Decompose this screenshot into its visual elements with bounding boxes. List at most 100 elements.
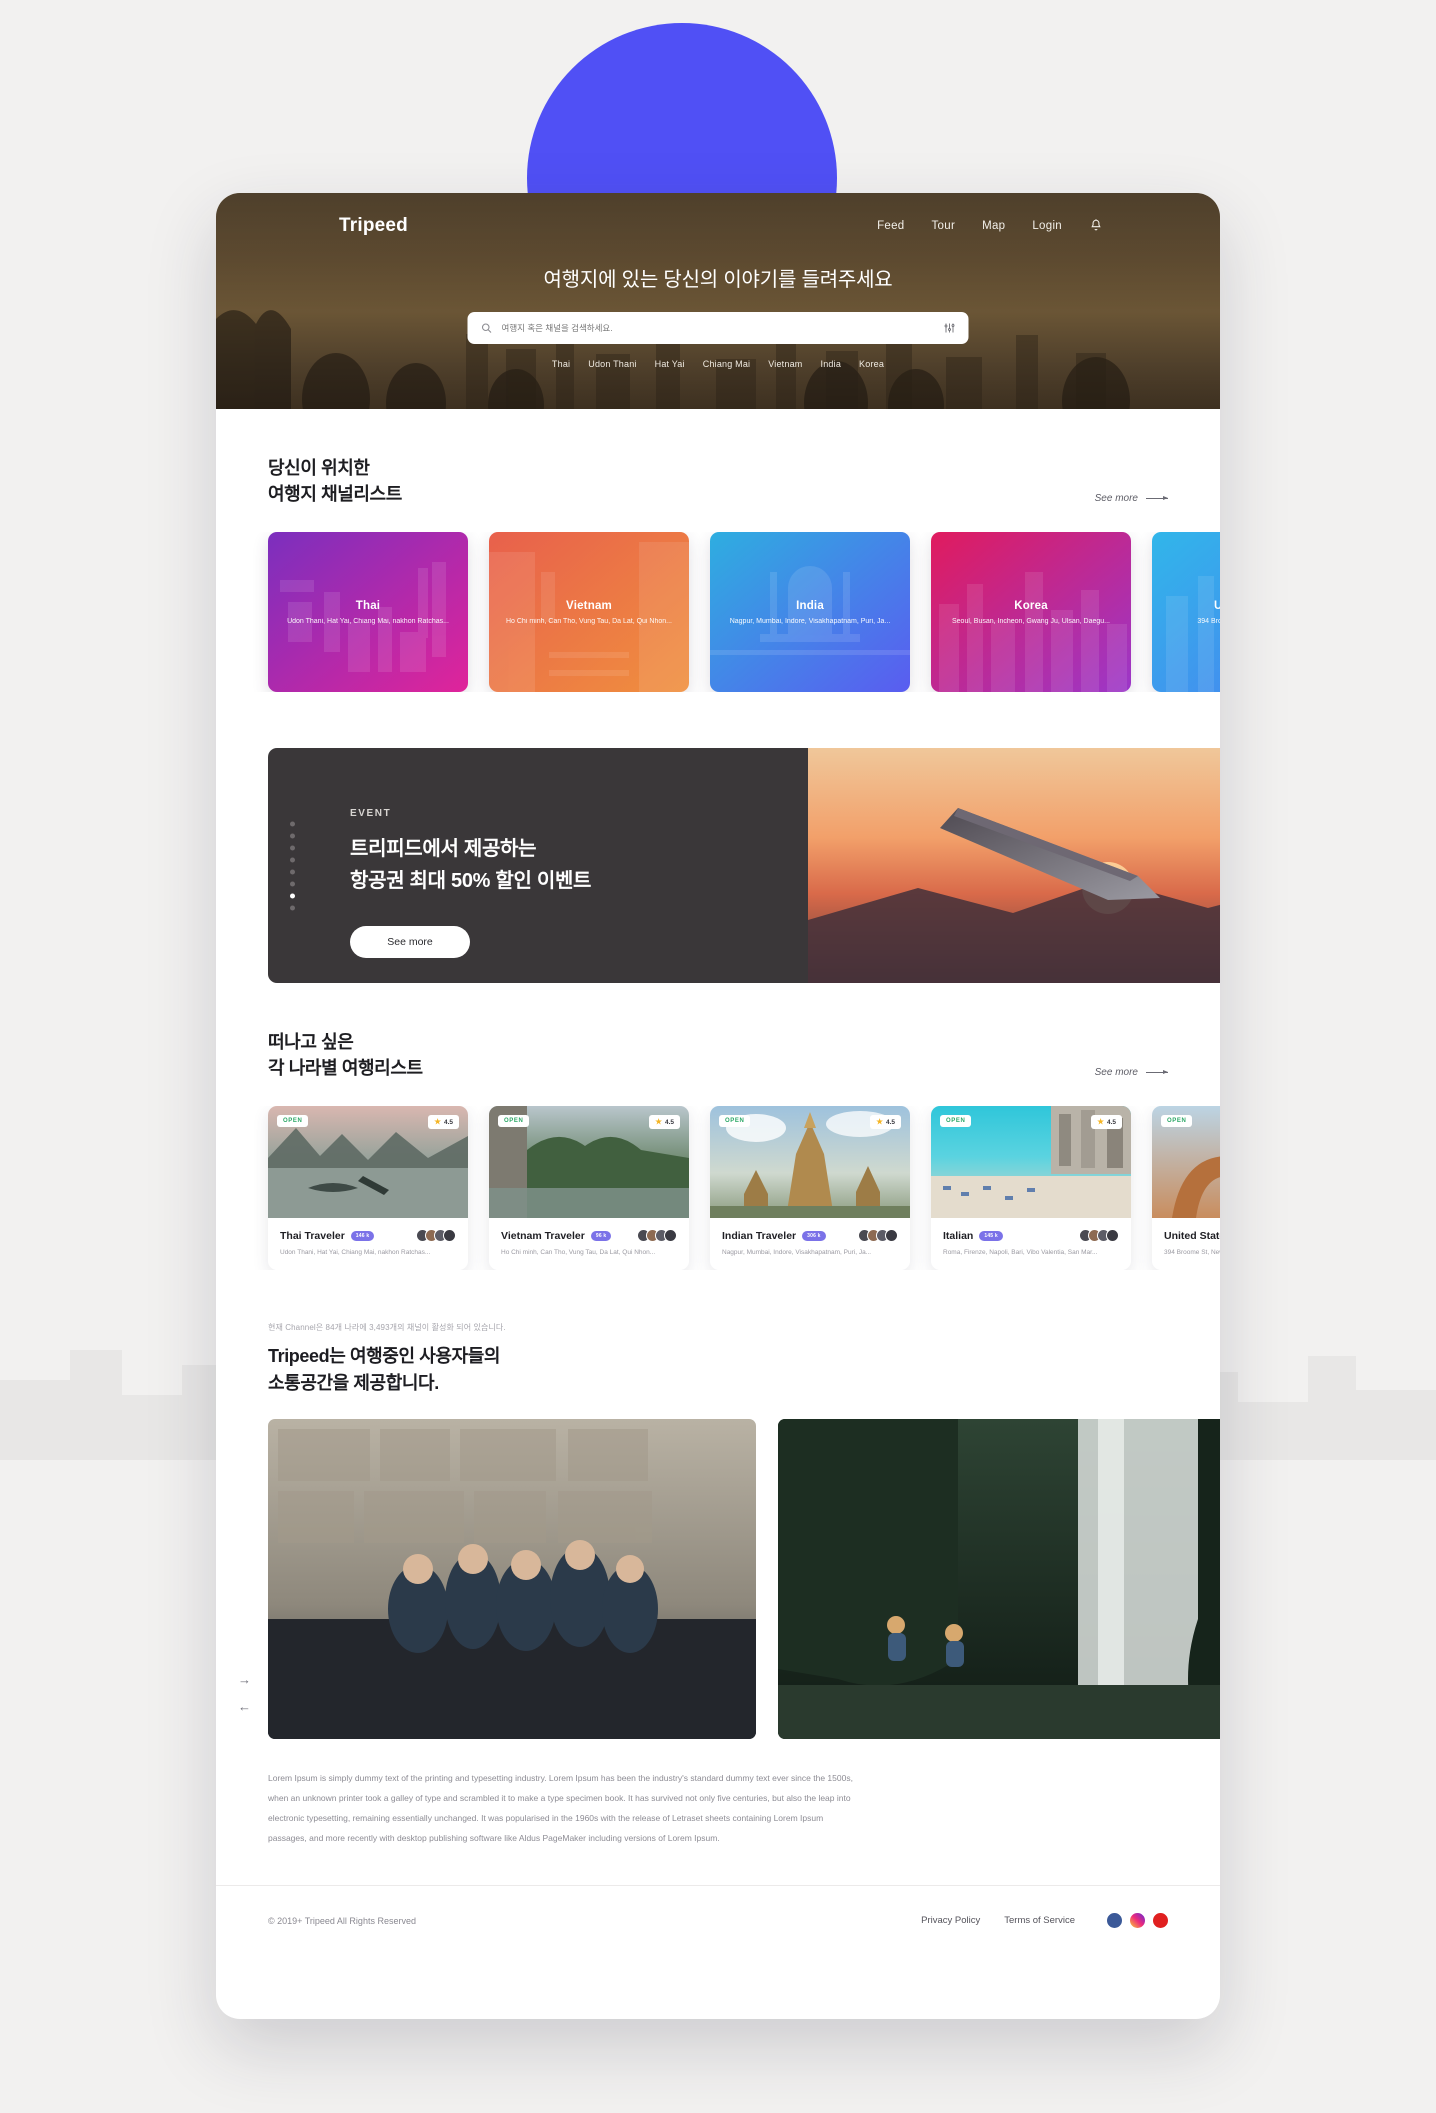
community-gallery[interactable]: → ← <box>216 1419 1220 1740</box>
event-headline-line2: 항공권 최대 50% 할인 이벤트 <box>350 870 592 893</box>
facebook-icon[interactable] <box>1107 1913 1122 1929</box>
star-icon: ★ <box>876 1117 883 1127</box>
channels-see-more-link[interactable]: See more <box>1095 493 1168 507</box>
gallery-item[interactable] <box>268 1419 756 1740</box>
travel-card[interactable]: OPEN ★ 4.5 Vietnam Traveler 96 k Ho Chi … <box>489 1106 689 1271</box>
nav-item-tour[interactable]: Tour <box>932 220 956 232</box>
channel-name: Thai <box>355 599 381 612</box>
channels-title-line1: 당신이 위치한 <box>268 458 370 478</box>
brand-logo[interactable]: Tripeed <box>339 215 408 237</box>
hero-header: Tripeed Feed Tour Map Login 여행지에 있는 당신의 … <box>216 193 1220 409</box>
channel-subtitle: Udon Thani, Hat Yai, Chiang Mai, nakhon … <box>287 617 449 625</box>
carousel-dot[interactable] <box>290 857 295 863</box>
hero-tag[interactable]: India <box>821 359 842 369</box>
travel-card-title-group: Vietnam Traveler 96 k <box>501 1229 612 1242</box>
travel-card[interactable]: OPEN ★ 4.5 Thai Traveler 146 k Udon Than… <box>268 1106 468 1271</box>
page-footer: © 2019+ Tripeed All Rights Reserved Priv… <box>216 1885 1220 1955</box>
avatar <box>664 1229 677 1243</box>
channel-card[interactable]: Korea Seoul, Busan, Incheon, Gwang Ju, U… <box>931 532 1131 693</box>
event-carousel-dots[interactable] <box>290 821 295 911</box>
carousel-dot[interactable] <box>290 905 295 911</box>
search-bar[interactable] <box>467 312 969 344</box>
travel-card-image: OPEN ★ 4.5 <box>710 1106 910 1219</box>
terms-of-service-link[interactable]: Terms of Service <box>1004 1915 1075 1926</box>
filter-sliders-icon[interactable] <box>944 322 956 334</box>
channel-texture <box>489 542 689 693</box>
channel-subtitle: Nagpur, Mumbai, Indore, Visakhapatnam, P… <box>729 617 891 625</box>
hero-title: 여행지에 있는 당신의 이야기를 들려주세요 <box>543 269 893 291</box>
hero-tag[interactable]: Hat Yai <box>655 359 685 369</box>
channel-card[interactable]: United States 394 Broome St, New York, N… <box>1152 532 1220 693</box>
star-icon: ★ <box>655 1117 662 1127</box>
gallery-prev-button[interactable]: ← <box>238 1700 251 1713</box>
group-selfie-photo <box>268 1419 756 1740</box>
community-body-text: Lorem Ipsum is simply dummy text of the … <box>268 1773 853 1844</box>
privacy-policy-link[interactable]: Privacy Policy <box>921 1915 980 1926</box>
rating-badge: ★ 4.5 <box>428 1115 459 1129</box>
travel-card-name: Vietnam Traveler <box>501 1229 585 1242</box>
channel-card[interactable]: Vietnam Ho Chi minh, Can Tho, Vung Tau, … <box>489 532 689 693</box>
carousel-dot[interactable] <box>290 869 295 875</box>
travel-see-more-link[interactable]: See more <box>1095 1067 1168 1081</box>
gallery-next-button[interactable]: → <box>238 1673 251 1686</box>
rating-value: 4.5 <box>443 1118 453 1126</box>
travel-section-title: 떠나고 싶은 각 나라별 여행리스트 <box>268 1029 423 1081</box>
travel-card-image: OPEN ★ 4.5 <box>268 1106 468 1219</box>
community-stat-text: 현재 Channel은 84개 나라에 3,493개의 채널이 활성화 되어 있… <box>268 1323 506 1333</box>
hero-tag[interactable]: Chiang Mai <box>703 359 751 369</box>
star-icon: ★ <box>1097 1117 1104 1127</box>
event-headline: 트리피드에서 제공하는 항공권 최대 50% 할인 이벤트 <box>350 833 591 897</box>
carousel-dot[interactable] <box>290 845 295 851</box>
hero-tag-list: Thai Udon Thani Hat Yai Chiang Mai Vietn… <box>552 359 884 369</box>
travel-card-list[interactable]: OPEN ★ 4.5 Thai Traveler 146 k Udon Than… <box>216 1106 1220 1271</box>
hero-tag[interactable]: Korea <box>859 359 884 369</box>
travel-card[interactable]: OPEN ★ 4.5 Italian 145 k Roma, Firenze, … <box>931 1106 1131 1271</box>
avatar <box>1106 1229 1119 1243</box>
youtube-icon[interactable] <box>1153 1913 1168 1929</box>
gallery-arrow-controls[interactable]: → ← <box>238 1673 251 1713</box>
see-more-label: See more <box>1094 1067 1138 1079</box>
event-banner[interactable]: EVENT 트리피드에서 제공하는 항공권 최대 50% 할인 이벤트 See … <box>268 748 1220 984</box>
carousel-dot-active[interactable] <box>290 893 295 899</box>
channel-name: India <box>796 599 824 612</box>
channel-name: Korea <box>1014 599 1048 612</box>
arrow-right-icon <box>1146 495 1168 500</box>
travel-card-name: Indian Traveler <box>722 1229 797 1242</box>
waterfall-photo <box>778 1419 1220 1740</box>
nav-item-feed[interactable]: Feed <box>877 220 904 232</box>
member-count-badge: 96 k <box>590 1230 612 1241</box>
hero-tag[interactable]: Udon Thani <box>588 359 636 369</box>
channel-texture <box>939 572 1127 693</box>
status-badge: OPEN <box>277 1115 309 1128</box>
status-badge: OPEN <box>719 1115 751 1128</box>
travel-card-subtitle: Ho Chi minh, Can Tho, Vung Tau, Da Lat, … <box>501 1249 656 1257</box>
search-input[interactable] <box>501 323 935 333</box>
travel-card-subtitle: Nagpur, Mumbai, Indore, Visakhapatnam, P… <box>722 1249 872 1257</box>
main-nav: Feed Tour Map Login <box>877 218 1103 233</box>
carousel-dot[interactable] <box>290 833 295 839</box>
channel-name: Vietnam <box>566 599 612 612</box>
channel-card[interactable]: Thai Udon Thani, Hat Yai, Chiang Mai, na… <box>268 532 468 693</box>
instagram-icon[interactable] <box>1130 1913 1145 1929</box>
travel-card[interactable]: OPEN ★ 4.5 Indian Traveler 306 k Nagpur,… <box>710 1106 910 1271</box>
travel-card-top-row: Thai Traveler 146 k <box>280 1229 456 1243</box>
status-badge: OPEN <box>1161 1115 1193 1128</box>
hero-tag[interactable]: Vietnam <box>768 359 802 369</box>
travel-card-image: OPEN ★ 4.5 <box>1152 1106 1220 1219</box>
gallery-item[interactable] <box>778 1419 1220 1740</box>
device-viewport: Tripeed Feed Tour Map Login 여행지에 있는 당신의 … <box>216 193 1220 2019</box>
nav-item-map[interactable]: Map <box>982 220 1005 232</box>
carousel-dot[interactable] <box>290 821 295 827</box>
channel-card-list[interactable]: Thai Udon Thani, Hat Yai, Chiang Mai, na… <box>216 532 1220 693</box>
hero-tag[interactable]: Thai <box>552 359 570 369</box>
bell-icon[interactable] <box>1089 218 1103 233</box>
event-see-more-button[interactable]: See more <box>350 926 470 959</box>
travel-card[interactable]: OPEN ★ 4.5 United States 693 k <box>1152 1106 1220 1271</box>
nav-item-login[interactable]: Login <box>1032 220 1062 232</box>
avatar <box>443 1229 456 1243</box>
channel-card[interactable]: India Nagpur, Mumbai, Indore, Visakhapat… <box>710 532 910 693</box>
channel-subtitle: Seoul, Busan, Incheon, Gwang Ju, Ulsan, … <box>952 617 1110 625</box>
travel-card-body: Vietnam Traveler 96 k Ho Chi minh, Can T… <box>489 1218 689 1270</box>
travel-card-top-row: Indian Traveler 306 k <box>722 1229 898 1243</box>
carousel-dot[interactable] <box>290 881 295 887</box>
